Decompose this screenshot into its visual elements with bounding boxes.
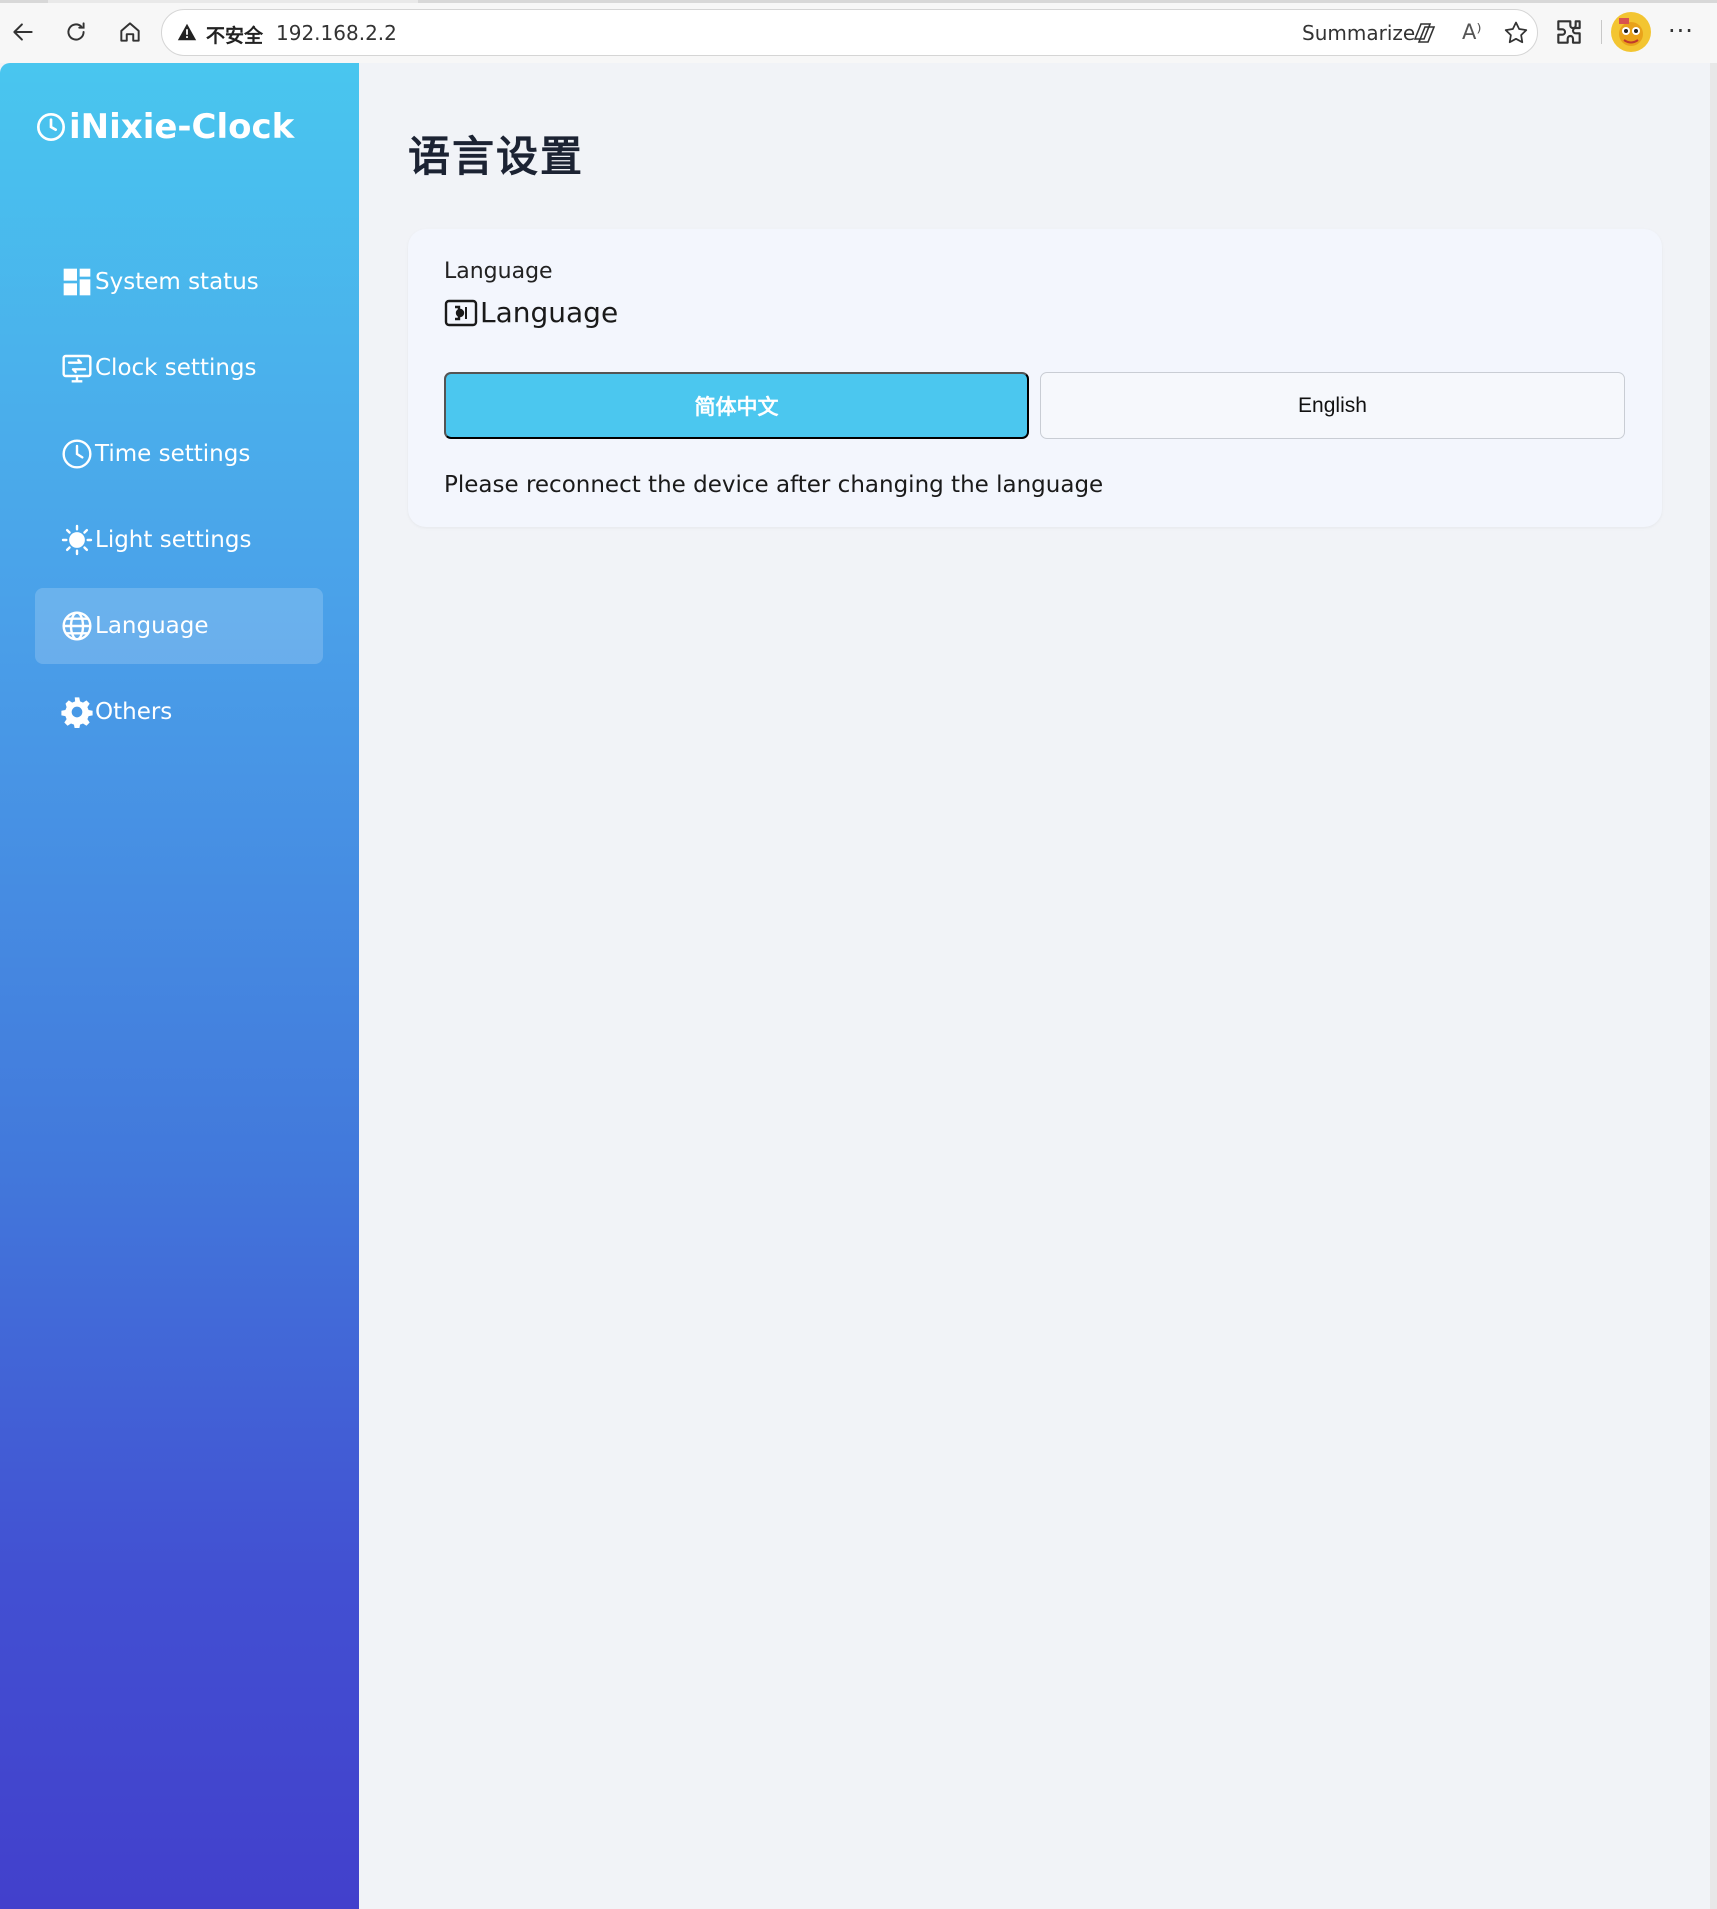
insecure-label[interactable]: 不安全 — [206, 21, 263, 48]
avatar-icon — [1619, 18, 1643, 46]
main-content: 语言设置 Language Language 简体中文 English Plea… — [359, 63, 1717, 1909]
brand-logo[interactable]: iNixie-Clock — [35, 107, 294, 147]
globe-icon — [62, 611, 92, 641]
page-title: 语言设置 — [408, 132, 585, 181]
sidebar-item-label: Clock settings — [95, 355, 257, 381]
card-heading-text: Language — [480, 296, 619, 329]
sidebar-item-label: Others — [95, 699, 173, 725]
language-card: Language Language 简体中文 English Please re… — [408, 229, 1662, 527]
clock-icon — [62, 439, 92, 469]
home-icon — [120, 22, 140, 42]
tab-strip — [0, 0, 1717, 3]
language-toggle-icon — [444, 299, 478, 326]
monitor-icon — [62, 354, 92, 383]
browser-toolbar: 不安全 192.168.2.2 Summarize A⁾ ··· — [0, 0, 1717, 63]
brand-name: iNixie-Clock — [69, 107, 295, 147]
favorite-star-icon[interactable] — [1502, 19, 1530, 47]
sidebar-item-clock-settings[interactable]: Clock settings — [35, 330, 323, 406]
clock-icon — [37, 113, 65, 141]
sidebar-item-system-status[interactable]: System status — [35, 244, 323, 320]
card-label: Language — [444, 259, 553, 284]
sun-icon — [61, 524, 93, 556]
reconnect-note: Please reconnect the device after changi… — [444, 472, 1104, 498]
read-aloud-button[interactable]: A⁾ — [1462, 20, 1482, 44]
english-language-button[interactable]: English — [1040, 372, 1625, 439]
more-menu-button[interactable]: ··· — [1668, 17, 1694, 45]
profile-avatar[interactable] — [1611, 12, 1651, 52]
extensions-icon[interactable] — [1553, 16, 1585, 48]
reload-button[interactable] — [58, 14, 94, 50]
sidebar-item-label: System status — [95, 269, 259, 295]
summarize-button[interactable]: Summarize — [1302, 21, 1415, 45]
tab-edge — [0, 0, 48, 3]
chinese-language-button[interactable]: 简体中文 — [444, 372, 1029, 439]
arrow-left-icon — [13, 23, 33, 41]
tab-edge — [418, 0, 1717, 3]
home-button[interactable] — [112, 14, 148, 50]
warning-icon — [177, 23, 197, 41]
url-text[interactable]: 192.168.2.2 — [276, 21, 397, 45]
address-bar[interactable]: 不安全 192.168.2.2 Summarize A⁾ — [161, 9, 1538, 56]
sidebar-item-label: Light settings — [95, 527, 252, 553]
sidebar-item-label: Time settings — [95, 441, 251, 467]
dashboard-icon — [63, 268, 91, 296]
sidebar-item-time-settings[interactable]: Time settings — [35, 416, 323, 492]
page: iNixie-Clock System status Clock setting… — [0, 63, 1717, 1909]
sidebar: iNixie-Clock System status Clock setting… — [0, 63, 359, 1909]
copilot-icon[interactable] — [1409, 19, 1439, 47]
scrollbar-track[interactable] — [1710, 63, 1717, 1909]
back-button[interactable] — [5, 14, 41, 50]
card-heading: Language — [444, 296, 618, 329]
sidebar-item-light-settings[interactable]: Light settings — [35, 502, 323, 578]
gear-icon — [61, 697, 93, 728]
toolbar-separator — [1601, 20, 1602, 44]
sidebar-item-language[interactable]: Language — [35, 588, 323, 664]
sidebar-item-label: Language — [95, 613, 209, 639]
refresh-icon — [67, 22, 85, 41]
sidebar-item-others[interactable]: Others — [35, 674, 323, 750]
